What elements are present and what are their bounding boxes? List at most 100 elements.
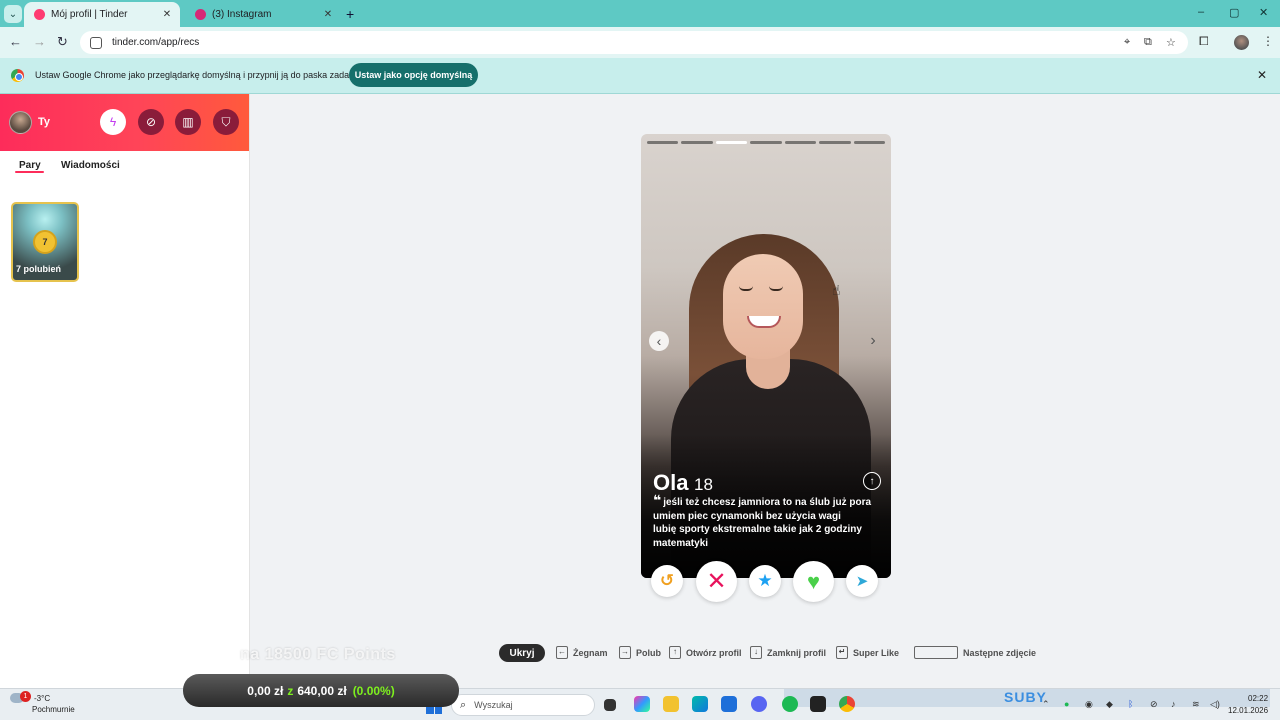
likes-count-badge: 7 bbox=[33, 230, 57, 254]
url-text: tinder.com/app/recs bbox=[112, 37, 200, 48]
down-key-icon: ↓ bbox=[750, 646, 762, 659]
bio-line: matematyki bbox=[653, 537, 709, 549]
profile-bio: ❝ jeśli też chcesz jamniora to na ślub ju… bbox=[653, 492, 878, 550]
set-default-button[interactable]: Ustaw jako opcję domyślną bbox=[349, 63, 478, 87]
forward-arrow-icon[interactable]: → bbox=[33, 34, 46, 49]
prev-photo-icon[interactable]: ‹ bbox=[649, 331, 669, 351]
donation-current: 0,00 zł bbox=[247, 683, 284, 698]
photo-progress-bars bbox=[647, 141, 885, 144]
like-button[interactable]: ♥ bbox=[793, 561, 834, 602]
tab-title: (3) Instagram bbox=[212, 9, 272, 20]
shield-icon[interactable]: ⛉ bbox=[213, 109, 239, 135]
search-placeholder: Wyszukaj bbox=[474, 700, 513, 710]
donation-percent: (0.00%) bbox=[352, 683, 395, 698]
close-tab-icon[interactable]: ✕ bbox=[160, 9, 174, 20]
boost-button[interactable]: ➤ bbox=[846, 565, 878, 597]
donation-goal: 640,00 zł bbox=[297, 683, 347, 698]
bio-line: umiem piec cynamonki bez użycia wagi bbox=[653, 510, 841, 522]
tab-search-button[interactable]: ⌄ bbox=[4, 5, 22, 23]
shortcut-label: Żegnam bbox=[573, 647, 608, 658]
tab-messages[interactable]: Wiadomości bbox=[61, 160, 120, 171]
address-bar[interactable]: tinder.com/app/recs bbox=[80, 31, 1188, 54]
likes-you-card[interactable]: 7 7 polubień bbox=[11, 202, 79, 282]
photo-bar[interactable] bbox=[647, 141, 679, 144]
shortcut-label: Następne zdjęcie bbox=[963, 647, 1037, 658]
spotify-icon[interactable] bbox=[782, 696, 798, 712]
next-photo-icon[interactable]: › bbox=[863, 331, 883, 351]
app-icon[interactable] bbox=[810, 696, 826, 712]
user-name[interactable]: Ty bbox=[38, 116, 50, 128]
tray-app-icon[interactable]: ◉ bbox=[1085, 699, 1093, 710]
bolt-icon[interactable]: ϟ bbox=[100, 109, 126, 135]
shortcut-label: Super Like bbox=[853, 647, 900, 658]
clock-time: 02:22 bbox=[1248, 694, 1269, 703]
minimize-button[interactable]: – bbox=[1198, 6, 1204, 18]
photo-bar[interactable] bbox=[750, 141, 782, 144]
donation-separator: z bbox=[287, 683, 294, 698]
profile-card[interactable]: ‹ › Ola 18 ↑ ❝ jeśli też chcesz jamniora … bbox=[641, 134, 891, 578]
stream-overlay-headline: na 18500 FC Points bbox=[240, 646, 396, 663]
super-like-button[interactable]: ★ bbox=[749, 565, 781, 597]
bluetooth-icon[interactable]: ᛒ bbox=[1128, 699, 1133, 709]
infobar-message: Ustaw Google Chrome jako przeglądarkę do… bbox=[35, 70, 355, 80]
photo-bar[interactable] bbox=[681, 141, 713, 144]
quote-icon: ❝ bbox=[653, 492, 662, 508]
bio-line: lubię sporty ekstremalne takie jak 2 god… bbox=[653, 524, 862, 536]
open-profile-icon[interactable]: ↑ bbox=[863, 472, 881, 490]
volume-icon[interactable]: ◁) bbox=[1210, 699, 1220, 710]
photo-bar[interactable] bbox=[853, 141, 885, 144]
bio-line: jeśli też chcesz jamniora to na ślub już… bbox=[663, 497, 872, 508]
bookmark-star-icon[interactable]: ☆ bbox=[1166, 36, 1176, 49]
maximize-button[interactable]: ▢ bbox=[1229, 6, 1239, 19]
shortcut-next-photo: Następne zdjęcie bbox=[914, 646, 1036, 659]
wifi-icon[interactable]: ≋ bbox=[1192, 699, 1200, 710]
copilot-icon[interactable] bbox=[634, 696, 650, 712]
taskbar-clock[interactable]: 02:22 12.01.2026 bbox=[1228, 693, 1268, 717]
close-infobar-icon[interactable]: ✕ bbox=[1257, 68, 1267, 82]
compass-icon[interactable]: ⊘ bbox=[138, 109, 164, 135]
hide-shortcuts-button[interactable]: Ukryj bbox=[499, 644, 545, 662]
site-info-icon[interactable] bbox=[90, 36, 102, 49]
store-icon[interactable] bbox=[721, 696, 737, 712]
tab-matches[interactable]: Pary bbox=[19, 160, 41, 171]
photo-bar-active[interactable] bbox=[715, 141, 748, 144]
edge-icon[interactable] bbox=[692, 696, 708, 712]
extensions-icon[interactable]: ⧠ bbox=[1199, 34, 1209, 49]
install-app-icon[interactable]: ⧉ bbox=[1144, 36, 1152, 49]
tray-app-icon[interactable]: ⊘ bbox=[1150, 699, 1158, 710]
file-explorer-icon[interactable] bbox=[663, 696, 679, 712]
close-tab-icon[interactable]: ✕ bbox=[321, 9, 335, 20]
active-tab-indicator bbox=[15, 171, 44, 173]
chrome-logo-icon bbox=[11, 69, 24, 82]
briefcase-icon[interactable]: ▥ bbox=[175, 109, 201, 135]
discord-icon[interactable] bbox=[751, 696, 767, 712]
location-icon[interactable]: ⌖ bbox=[1124, 36, 1130, 49]
photo-bar[interactable] bbox=[784, 141, 817, 144]
weather-condition: Pochmurnie bbox=[32, 705, 75, 714]
close-window-button[interactable]: ✕ bbox=[1259, 6, 1268, 19]
subs-counter-label: SUBY bbox=[1004, 689, 1047, 705]
user-avatar[interactable] bbox=[9, 111, 32, 134]
menu-dots-icon[interactable]: ⋮ bbox=[1262, 34, 1274, 48]
space-key-icon bbox=[914, 646, 958, 659]
microphone-icon[interactable]: ♪ bbox=[1171, 699, 1176, 709]
task-view-icon[interactable] bbox=[604, 699, 616, 711]
tray-app-icon[interactable]: ◆ bbox=[1106, 699, 1113, 710]
new-tab-button[interactable]: + bbox=[346, 6, 354, 22]
chrome-icon[interactable] bbox=[839, 696, 855, 712]
taskbar-search[interactable]: ⌕ Wyszukaj bbox=[451, 694, 595, 716]
weather-widget[interactable]: -3°C Pochmurnie bbox=[10, 693, 75, 715]
matches-sidebar: Ty ϟ ⊘ ▥ ⛉ Pary Wiadomości 7 7 polubień bbox=[0, 94, 250, 688]
profile-avatar[interactable] bbox=[1234, 35, 1249, 50]
clock-date: 12.01.2026 bbox=[1228, 706, 1269, 715]
nope-button[interactable]: ✕ bbox=[696, 561, 737, 602]
profile-photo-face bbox=[723, 254, 803, 359]
rewind-button[interactable]: ↺ bbox=[651, 565, 683, 597]
reload-icon[interactable]: ↻ bbox=[57, 34, 68, 50]
photo-bar[interactable] bbox=[819, 141, 851, 144]
tab-tinder[interactable]: Mój profil | Tinder ✕ bbox=[24, 2, 180, 27]
back-arrow-icon[interactable]: ← bbox=[9, 34, 22, 49]
tab-instagram[interactable]: (3) Instagram ✕ bbox=[185, 2, 341, 27]
tray-spotify-icon[interactable]: ● bbox=[1064, 699, 1069, 709]
tray-expand-icon[interactable]: ⌃ bbox=[1042, 699, 1050, 710]
